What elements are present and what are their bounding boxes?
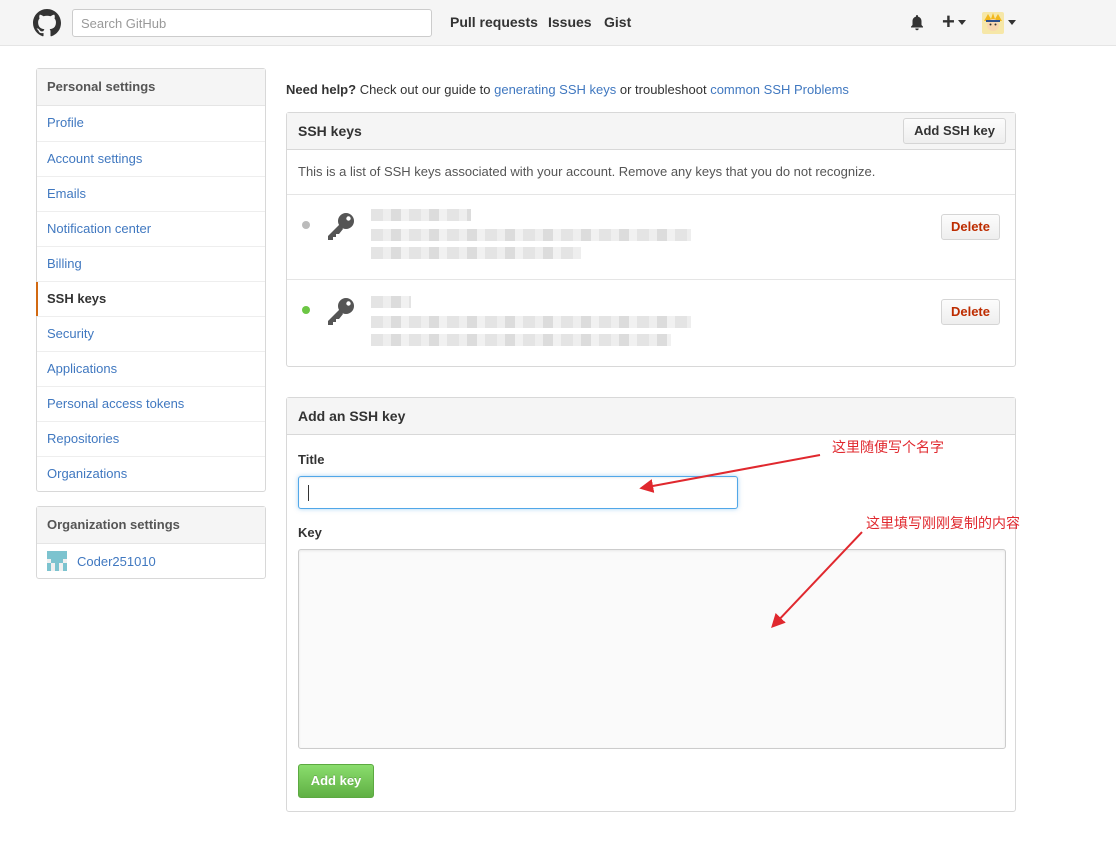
key-textarea[interactable] — [298, 549, 1006, 749]
avatar[interactable] — [982, 12, 1004, 34]
title-input[interactable] — [298, 476, 738, 509]
search-input[interactable] — [72, 9, 432, 37]
github-logo-icon[interactable] — [33, 9, 61, 37]
sidebar-item-repositories[interactable]: Repositories — [37, 421, 265, 456]
sidebar-item-personal-access-tokens[interactable]: Personal access tokens — [37, 386, 265, 421]
key-status-dot — [302, 221, 310, 229]
chevron-down-icon[interactable] — [1008, 20, 1016, 25]
add-key-button[interactable]: Add key — [298, 764, 374, 798]
delete-key-button[interactable]: Delete — [940, 214, 1000, 240]
site-header: Pull requests Issues Gist + — [0, 0, 1116, 46]
org-name: Coder251010 — [77, 553, 156, 569]
ssh-keys-header: SSH keys Add SSH key — [287, 113, 1015, 150]
text-cursor — [308, 485, 309, 501]
add-ssh-key-box: Add an SSH key Title Key Add key — [286, 397, 1016, 812]
add-ssh-key-header: Add an SSH key — [287, 398, 1015, 435]
help-lead: Need help? — [286, 82, 357, 97]
sidebar-item-organizations[interactable]: Organizations — [37, 456, 265, 491]
menu-heading: Personal settings — [37, 69, 265, 106]
sidebar-item-notification-center[interactable]: Notification center — [37, 211, 265, 246]
redacted-key-name — [371, 296, 411, 308]
organization-settings-menu: Organization settings Coder251010 — [36, 506, 266, 579]
key-label: Key — [298, 525, 322, 540]
redacted-added-date — [371, 334, 671, 346]
bell-icon[interactable] — [909, 14, 925, 31]
ssh-keys-description: This is a list of SSH keys associated wi… — [287, 150, 1015, 195]
sidebar-item-security[interactable]: Security — [37, 316, 265, 351]
sidebar-item-emails[interactable]: Emails — [37, 176, 265, 211]
menu-heading: Organization settings — [37, 507, 265, 544]
redacted-fingerprint — [371, 229, 691, 241]
sidebar-item-billing[interactable]: Billing — [37, 246, 265, 281]
key-icon — [328, 213, 354, 240]
sidebar-item-account-settings[interactable]: Account settings — [37, 141, 265, 176]
ssh-keys-box: SSH keys Add SSH key This is a list of S… — [286, 112, 1016, 367]
ssh-keys-title: SSH keys — [298, 123, 362, 139]
sidebar-item-applications[interactable]: Applications — [37, 351, 265, 386]
common-ssh-problems-link[interactable]: common SSH Problems — [710, 82, 849, 97]
sidebar-item-profile[interactable]: Profile — [37, 106, 265, 141]
generating-ssh-keys-link[interactable]: generating SSH keys — [494, 82, 616, 97]
redacted-added-date — [371, 247, 581, 259]
annotation-key-note: 这里填写刚刚复制的内容 — [866, 516, 1020, 532]
help-text: Need help? Check out our guide to genera… — [286, 82, 849, 97]
personal-settings-menu: Personal settings Profile Account settin… — [36, 68, 266, 492]
annotation-title-note: 这里随便写个名字 — [832, 440, 944, 456]
help-text-1: Check out our guide to — [356, 82, 495, 97]
sidebar-item-org[interactable]: Coder251010 — [37, 544, 265, 578]
redacted-key-name — [371, 209, 471, 221]
title-label: Title — [298, 452, 325, 467]
chevron-down-icon[interactable] — [958, 20, 966, 25]
plus-icon[interactable]: + — [942, 9, 955, 35]
ssh-key-row: Delete — [287, 195, 1015, 280]
sidebar-item-ssh-keys[interactable]: SSH keys — [36, 281, 265, 316]
ssh-key-row: Delete — [287, 280, 1015, 365]
key-status-dot — [302, 306, 310, 314]
org-avatar — [47, 551, 67, 571]
nav-issues[interactable]: Issues — [548, 14, 592, 30]
add-ssh-key-button[interactable]: Add SSH key — [903, 118, 1006, 144]
key-icon — [328, 298, 354, 325]
delete-key-button[interactable]: Delete — [940, 299, 1000, 325]
nav-pull-requests[interactable]: Pull requests — [450, 14, 538, 30]
add-ssh-key-title: Add an SSH key — [298, 408, 406, 424]
redacted-fingerprint — [371, 316, 691, 328]
nav-gist[interactable]: Gist — [604, 14, 631, 30]
help-text-2: or troubleshoot — [616, 82, 711, 97]
